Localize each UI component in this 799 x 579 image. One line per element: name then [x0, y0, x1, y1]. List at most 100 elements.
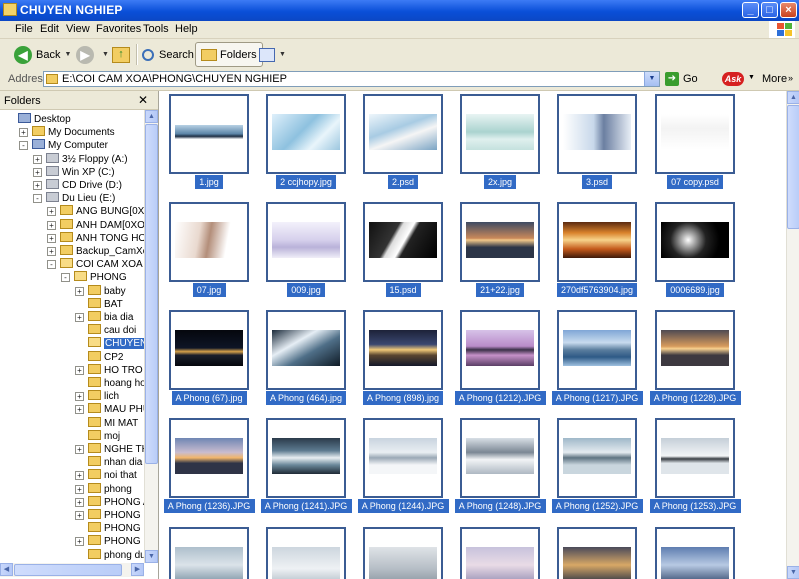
tree-item[interactable]: - Du Lieu (E:) — [33, 192, 115, 205]
file-thumbnail[interactable] — [460, 527, 540, 579]
tree-item[interactable]: - My Computer — [19, 139, 108, 152]
tree-item[interactable]: + noi that — [75, 469, 137, 482]
file-name-label[interactable]: A Phong (1228).JPG — [649, 391, 741, 405]
go-button[interactable]: ➜ Go — [665, 72, 698, 86]
expand-icon[interactable]: + — [75, 484, 84, 494]
expand-icon[interactable]: + — [75, 497, 84, 507]
file-name-label[interactable]: 0006689.jpg — [666, 283, 724, 297]
folders-hscrollbar[interactable]: ◀ ▶ — [0, 563, 144, 577]
close-button[interactable]: × — [780, 2, 797, 18]
tree-item[interactable]: hoang hon — [88, 377, 144, 390]
address-input[interactable]: E:\COI CAM XOA\PHONG\CHUYEN NGHIEP ▼ — [43, 71, 660, 87]
expand-icon[interactable]: + — [75, 286, 84, 296]
tree-item[interactable]: + baby — [75, 284, 126, 298]
expand-icon[interactable]: + — [33, 154, 42, 164]
tree-item[interactable]: nhan dia — [88, 456, 142, 469]
tree-item[interactable]: + ANH DAM[0XOA] — [47, 218, 144, 232]
tree-item[interactable]: + PHONG CUOI — [75, 535, 144, 548]
file-thumbnail[interactable] — [557, 202, 637, 282]
file-name-label[interactable]: A Phong (1248).JPG — [454, 499, 546, 513]
tree-item[interactable]: PHONG CP2 — [88, 522, 144, 535]
scroll-thumb[interactable] — [787, 105, 799, 229]
file-thumbnail[interactable] — [655, 527, 735, 579]
file-name-label[interactable]: 3.psd — [582, 175, 612, 189]
expand-icon[interactable]: + — [19, 128, 28, 138]
file-thumbnail[interactable] — [460, 202, 540, 282]
tree-item[interactable]: phong dung — [88, 548, 144, 562]
expand-icon[interactable]: + — [33, 181, 42, 190]
file-name-label[interactable]: A Phong (1252).JPG — [551, 499, 643, 513]
file-thumbnail[interactable] — [655, 202, 735, 282]
file-thumbnail[interactable] — [655, 418, 735, 498]
file-thumbnail[interactable] — [655, 310, 735, 390]
file-name-label[interactable]: A Phong (1244).JPG — [357, 499, 449, 513]
file-name-label[interactable]: 07.jpg — [192, 283, 226, 297]
expand-icon[interactable]: + — [75, 471, 84, 481]
close-icon[interactable]: ✕ — [138, 93, 148, 107]
file-name-label[interactable]: 21+22.jpg — [476, 283, 524, 297]
tree-item[interactable]: + ANH TONG HOP — [47, 231, 144, 245]
file-name-label[interactable]: A Phong (464).jpg — [266, 391, 346, 405]
chevron-down-icon[interactable]: ▼ — [644, 72, 659, 86]
scroll-thumb[interactable] — [145, 124, 158, 464]
minimize-button[interactable]: _ — [742, 2, 759, 18]
chevron-down-icon[interactable]: ▼ — [748, 74, 755, 81]
tree-item[interactable]: + CD Drive (D:) — [33, 179, 122, 192]
file-thumbnail[interactable] — [169, 310, 249, 390]
file-thumbnail[interactable] — [460, 418, 540, 498]
file-name-label[interactable]: 15.psd — [385, 283, 421, 297]
file-name-label[interactable]: A Phong (67).jpg — [171, 391, 247, 405]
file-thumbnail[interactable] — [266, 94, 346, 174]
tree-item[interactable]: + ANG BUNG[0XOA] — [47, 205, 144, 218]
tree-item[interactable]: - COI CAM XOA — [47, 258, 143, 271]
expand-icon[interactable]: + — [75, 365, 84, 375]
file-name-label[interactable]: A Phong (1241).JPG — [260, 499, 352, 513]
file-thumbnail[interactable] — [363, 418, 443, 498]
file-thumbnail[interactable] — [266, 310, 346, 390]
tree-item[interactable]: + NGHE THUAT — [75, 443, 144, 456]
menu-view[interactable]: View — [66, 23, 90, 35]
tree-item[interactable]: BAT — [88, 297, 123, 311]
file-thumbnail[interactable] — [266, 202, 346, 282]
tree-item[interactable]: +3½ Floppy (A:) — [33, 152, 128, 166]
tree-item[interactable]: CHUYEN NGH — [88, 337, 144, 350]
tree-item[interactable]: + HO TRO PHO — [75, 363, 144, 377]
file-thumbnail[interactable] — [169, 418, 249, 498]
file-thumbnail[interactable] — [363, 310, 443, 390]
file-thumbnail[interactable] — [169, 94, 249, 174]
file-name-label[interactable]: 2x.jpg — [484, 175, 516, 189]
tree-item[interactable]: + phong — [75, 482, 132, 496]
tree-item[interactable]: moj — [88, 429, 120, 443]
expand-icon[interactable]: + — [75, 445, 84, 454]
expand-icon[interactable]: + — [47, 233, 56, 243]
collapse-icon[interactable]: - — [33, 194, 42, 204]
file-name-label[interactable]: 2 ccjhopy.jpg — [276, 175, 336, 189]
expand-icon[interactable]: + — [75, 313, 84, 322]
file-thumbnail[interactable] — [363, 94, 443, 174]
expand-icon[interactable]: + — [47, 247, 56, 256]
views-button[interactable]: ▼ — [259, 42, 286, 67]
file-name-label[interactable]: A Phong (1253).JPG — [649, 499, 741, 513]
main-scrollbar[interactable]: ▲ ▼ — [786, 91, 799, 579]
file-thumbnail[interactable] — [266, 418, 346, 498]
file-name-label[interactable]: 07 copy.psd — [667, 175, 723, 189]
menu-edit[interactable]: Edit — [40, 23, 59, 35]
expand-icon[interactable]: + — [75, 537, 84, 547]
tree-item[interactable]: CP2 — [88, 350, 123, 364]
tree-item[interactable]: + PHONG ALO — [75, 495, 144, 509]
folders-button[interactable]: Folders — [195, 42, 263, 67]
menu-file[interactable]: File — [15, 23, 33, 35]
expand-icon[interactable]: + — [33, 167, 42, 177]
up-folder-button[interactable]: ↑ — [112, 42, 130, 67]
expand-icon[interactable]: + — [47, 220, 56, 230]
file-name-label[interactable]: 009.jpg — [287, 283, 325, 297]
expand-icon[interactable]: + — [75, 511, 84, 520]
file-thumbnail[interactable] — [460, 310, 540, 390]
thumbnail-view[interactable]: 1.jpg 2 ccjhopy.jpg 2.psd 2x.jpg 3.psd 07 cop… — [159, 91, 786, 579]
collapse-icon[interactable]: - — [61, 273, 70, 283]
file-thumbnail[interactable] — [363, 202, 443, 282]
tree-item[interactable]: cau doi — [88, 324, 136, 337]
tree-item[interactable]: + lich — [75, 390, 119, 403]
file-thumbnail[interactable] — [460, 94, 540, 174]
file-name-label[interactable]: A Phong (1236).JPG — [163, 499, 255, 513]
